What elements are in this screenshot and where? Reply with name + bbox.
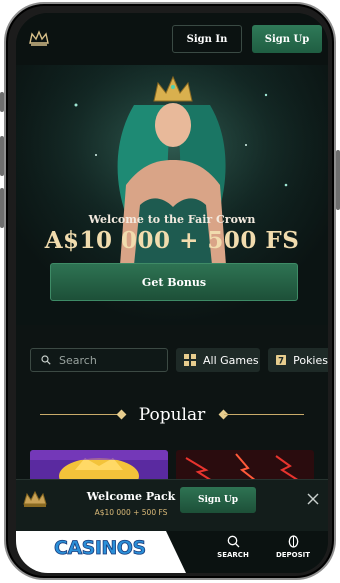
crown-icon: [23, 490, 47, 507]
svg-text:7: 7: [278, 355, 284, 365]
hero-welcome-text: Welcome to the Fair Crown: [88, 213, 256, 226]
welcome-pack-subtitle: A$10 000 + 500 FS: [94, 508, 168, 517]
category-chip-pokies[interactable]: 7 Pokies: [268, 348, 328, 372]
phone-side-button: [0, 136, 4, 176]
deposit-icon: [288, 535, 298, 548]
slot-machine-icon: 7: [276, 354, 287, 365]
casinos-brand-logo: CASINOS: [16, 531, 186, 573]
phone-side-button: [0, 188, 4, 228]
popular-section-header: Popular: [16, 403, 328, 427]
phone-frame: Sign In Sign Up Welcome to the Fair Crow…: [4, 2, 336, 580]
grid-icon: [184, 354, 196, 366]
category-chip-label: Pokies: [293, 353, 328, 367]
search-placeholder: Search: [59, 353, 97, 367]
welcome-pack-title: Welcome Pack: [86, 490, 176, 503]
divider-left: [40, 414, 120, 415]
top-header: Sign In Sign Up: [16, 13, 328, 65]
sign-in-button[interactable]: Sign In: [172, 25, 242, 53]
welcome-pack-bar: Welcome Pack A$10 000 + 500 FS Sign Up: [16, 479, 328, 531]
category-chip-all-games[interactable]: All Games: [176, 348, 260, 372]
crown-logo-icon[interactable]: [28, 29, 50, 47]
nav-deposit-label: DEPOSIT: [275, 551, 311, 559]
welcome-pack-sign-up-button[interactable]: Sign Up: [180, 487, 256, 513]
search-icon: [227, 535, 239, 548]
hero-bonus-amount: A$10 000 + 500 FS: [44, 227, 300, 254]
brand-text: CASINOS: [54, 537, 147, 560]
nav-deposit[interactable]: DEPOSIT: [268, 535, 318, 559]
nav-search-label: SEARCH: [217, 551, 249, 559]
bottom-navigation: CASINOS SEARCH DEPOSIT: [16, 531, 328, 573]
divider-right: [224, 414, 304, 415]
hero-banner: Welcome to the Fair Crown A$10 000 + 500…: [16, 65, 328, 325]
nav-search[interactable]: SEARCH: [208, 535, 258, 559]
category-chip-label: All Games: [203, 353, 259, 367]
phone-side-button: [0, 92, 4, 112]
close-icon[interactable]: [306, 492, 320, 506]
search-icon: [41, 355, 51, 365]
section-title: Popular: [138, 405, 206, 425]
diamond-ornament-left: [116, 409, 127, 420]
phone-side-button: [336, 150, 340, 210]
app-screen: Sign In Sign Up Welcome to the Fair Crow…: [16, 13, 328, 573]
search-input[interactable]: Search: [30, 348, 168, 372]
sign-up-button[interactable]: Sign Up: [252, 25, 322, 53]
get-bonus-button[interactable]: Get Bonus: [50, 263, 298, 301]
